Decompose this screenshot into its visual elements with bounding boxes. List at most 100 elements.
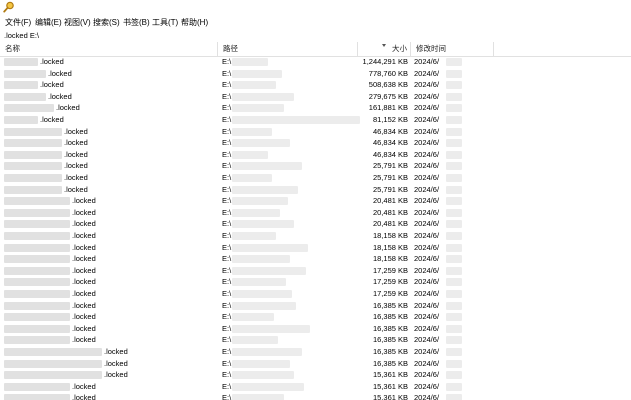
file-size: 508,638 KB <box>368 80 408 90</box>
file-size: 18,158 KB <box>372 254 408 264</box>
file-modified: 2024/6/ <box>414 289 440 298</box>
redacted-path <box>232 197 288 206</box>
file-modified: 2024/6/ <box>414 149 440 159</box>
table-row[interactable]: .locked E:\ 20,481 KB 2024/6/ <box>0 195 631 207</box>
column-path[interactable]: 路径 <box>218 42 358 56</box>
file-modified: 2024/6/ <box>414 231 440 240</box>
menu-help[interactable]: 帮助(H) <box>181 17 208 28</box>
table-row[interactable]: .locked E:\ 17,259 KB 2024/6/ <box>0 276 631 288</box>
redacted-date <box>446 174 462 182</box>
menu-edit[interactable]: 编辑(E) <box>35 17 62 28</box>
redacted-date <box>446 266 462 275</box>
redacted-name <box>4 359 102 368</box>
file-path: E:\ <box>222 80 232 90</box>
file-name: .locked <box>64 161 88 171</box>
table-row[interactable]: .locked E:\ 25,791 KB 2024/6/ <box>0 160 631 172</box>
file-path: E:\ <box>222 103 232 113</box>
file-path: E:\ <box>222 231 232 240</box>
file-modified: 2024/6/ <box>414 347 440 356</box>
table-row[interactable]: .locked E:\ 17,259 KB 2024/6/ <box>0 288 631 300</box>
file-name: .locked <box>72 196 96 206</box>
file-path: E:\ <box>222 149 232 159</box>
table-row[interactable]: .locked E:\ 279,675 KB 2024/6/ <box>0 91 631 103</box>
redacted-name <box>4 266 70 275</box>
column-name[interactable]: 名称 <box>0 42 218 56</box>
file-size: 279,675 KB <box>368 91 408 101</box>
file-size: 46,834 KB <box>372 126 408 136</box>
file-path: E:\ <box>222 207 232 217</box>
table-row[interactable]: .locked E:\ 46,834 KB 2024/6/ <box>0 149 631 161</box>
file-name: .locked <box>64 126 88 136</box>
file-path: E:\ <box>222 358 232 368</box>
file-name: .locked <box>56 103 80 113</box>
redacted-path <box>232 232 276 240</box>
redacted-path <box>232 324 310 333</box>
file-modified: 2024/6/ <box>414 57 440 66</box>
menu-search[interactable]: 搜索(S) <box>93 17 120 28</box>
table-row[interactable]: .locked E:\ 778,760 KB 2024/6/ <box>0 68 631 80</box>
table-row[interactable]: .locked E:\ 508,638 KB 2024/6/ <box>0 79 631 91</box>
redacted-name <box>4 162 62 171</box>
redacted-name <box>4 139 62 148</box>
file-modified: 2024/6/ <box>414 138 440 148</box>
table-row[interactable]: .locked E:\ 16,385 KB 2024/6/ <box>0 323 631 335</box>
redacted-name <box>4 301 70 310</box>
table-row[interactable]: .locked E:\ 18,158 KB 2024/6/ <box>0 253 631 265</box>
column-modified[interactable]: 修改时间 <box>411 42 494 56</box>
file-path: E:\ <box>222 381 232 391</box>
redacted-path <box>232 266 306 275</box>
file-path: E:\ <box>222 57 232 66</box>
table-row[interactable]: .locked E:\ 15,361 KB 2024/6/ <box>0 369 631 381</box>
menu-file[interactable]: 文件(F) <box>5 17 31 28</box>
file-size: 25,791 KB <box>372 161 408 171</box>
redacted-path <box>232 394 284 400</box>
table-row[interactable]: .locked E:\ 20,481 KB 2024/6/ <box>0 207 631 219</box>
table-row[interactable]: .locked E:\ 46,834 KB 2024/6/ <box>0 126 631 138</box>
redacted-date <box>446 324 462 333</box>
table-row[interactable]: .locked E:\ 18,158 KB 2024/6/ <box>0 230 631 242</box>
column-header: 名称 路径 大小 修改时间 <box>0 42 631 57</box>
file-path: E:\ <box>222 300 232 310</box>
file-name: .locked <box>72 393 96 400</box>
title-bar <box>0 0 631 15</box>
table-row[interactable]: .locked E:\ 15,361 KB 2024/6/ <box>0 381 631 393</box>
table-row[interactable]: .locked E:\ 18,158 KB 2024/6/ <box>0 242 631 254</box>
search-input[interactable] <box>2 30 630 41</box>
table-row[interactable]: .locked E:\ 20,481 KB 2024/6/ <box>0 218 631 230</box>
file-size: 20,481 KB <box>372 219 408 229</box>
table-row[interactable]: .locked E:\ 81,152 KB 2024/6/ <box>0 114 631 126</box>
file-path: E:\ <box>222 126 232 136</box>
menu-bookmarks[interactable]: 书签(B) <box>123 17 150 28</box>
redacted-name <box>4 104 54 113</box>
menu-tools[interactable]: 工具(T) <box>152 17 178 28</box>
table-row[interactable]: .locked E:\ 17,259 KB 2024/6/ <box>0 265 631 277</box>
file-size: 1,244,291 KB <box>362 57 408 66</box>
table-row[interactable]: .locked E:\ 16,385 KB 2024/6/ <box>0 311 631 323</box>
redacted-name <box>4 348 102 356</box>
table-row[interactable]: .locked E:\ 15,361 KB 2024/6/ <box>0 392 631 400</box>
table-row[interactable]: .locked E:\ 16,385 KB 2024/6/ <box>0 300 631 312</box>
file-name: .locked <box>72 381 96 391</box>
file-size: 18,158 KB <box>372 242 408 252</box>
redacted-path <box>232 359 290 368</box>
redacted-name <box>4 174 62 182</box>
file-size: 16,385 KB <box>372 335 408 345</box>
table-row[interactable]: .locked E:\ 161,881 KB 2024/6/ <box>0 102 631 114</box>
redacted-name <box>4 336 70 345</box>
file-name: .locked <box>72 254 96 264</box>
table-row[interactable]: .locked E:\ 25,791 KB 2024/6/ <box>0 184 631 196</box>
table-row[interactable]: .locked E:\ 1,244,291 KB 2024/6/ <box>0 56 631 68</box>
menu-view[interactable]: 视图(V) <box>64 17 91 28</box>
table-row[interactable]: .locked E:\ 46,834 KB 2024/6/ <box>0 137 631 149</box>
redacted-path <box>232 348 302 356</box>
file-modified: 2024/6/ <box>414 312 440 322</box>
redacted-name <box>4 69 46 78</box>
file-name: .locked <box>72 265 96 275</box>
table-row[interactable]: .locked E:\ 16,385 KB 2024/6/ <box>0 346 631 358</box>
table-row[interactable]: .locked E:\ 25,791 KB 2024/6/ <box>0 172 631 184</box>
table-row[interactable]: .locked E:\ 16,385 KB 2024/6/ <box>0 334 631 346</box>
redacted-name <box>4 232 70 240</box>
file-size: 16,385 KB <box>372 358 408 368</box>
redacted-date <box>446 139 462 148</box>
table-row[interactable]: .locked E:\ 16,385 KB 2024/6/ <box>0 358 631 370</box>
